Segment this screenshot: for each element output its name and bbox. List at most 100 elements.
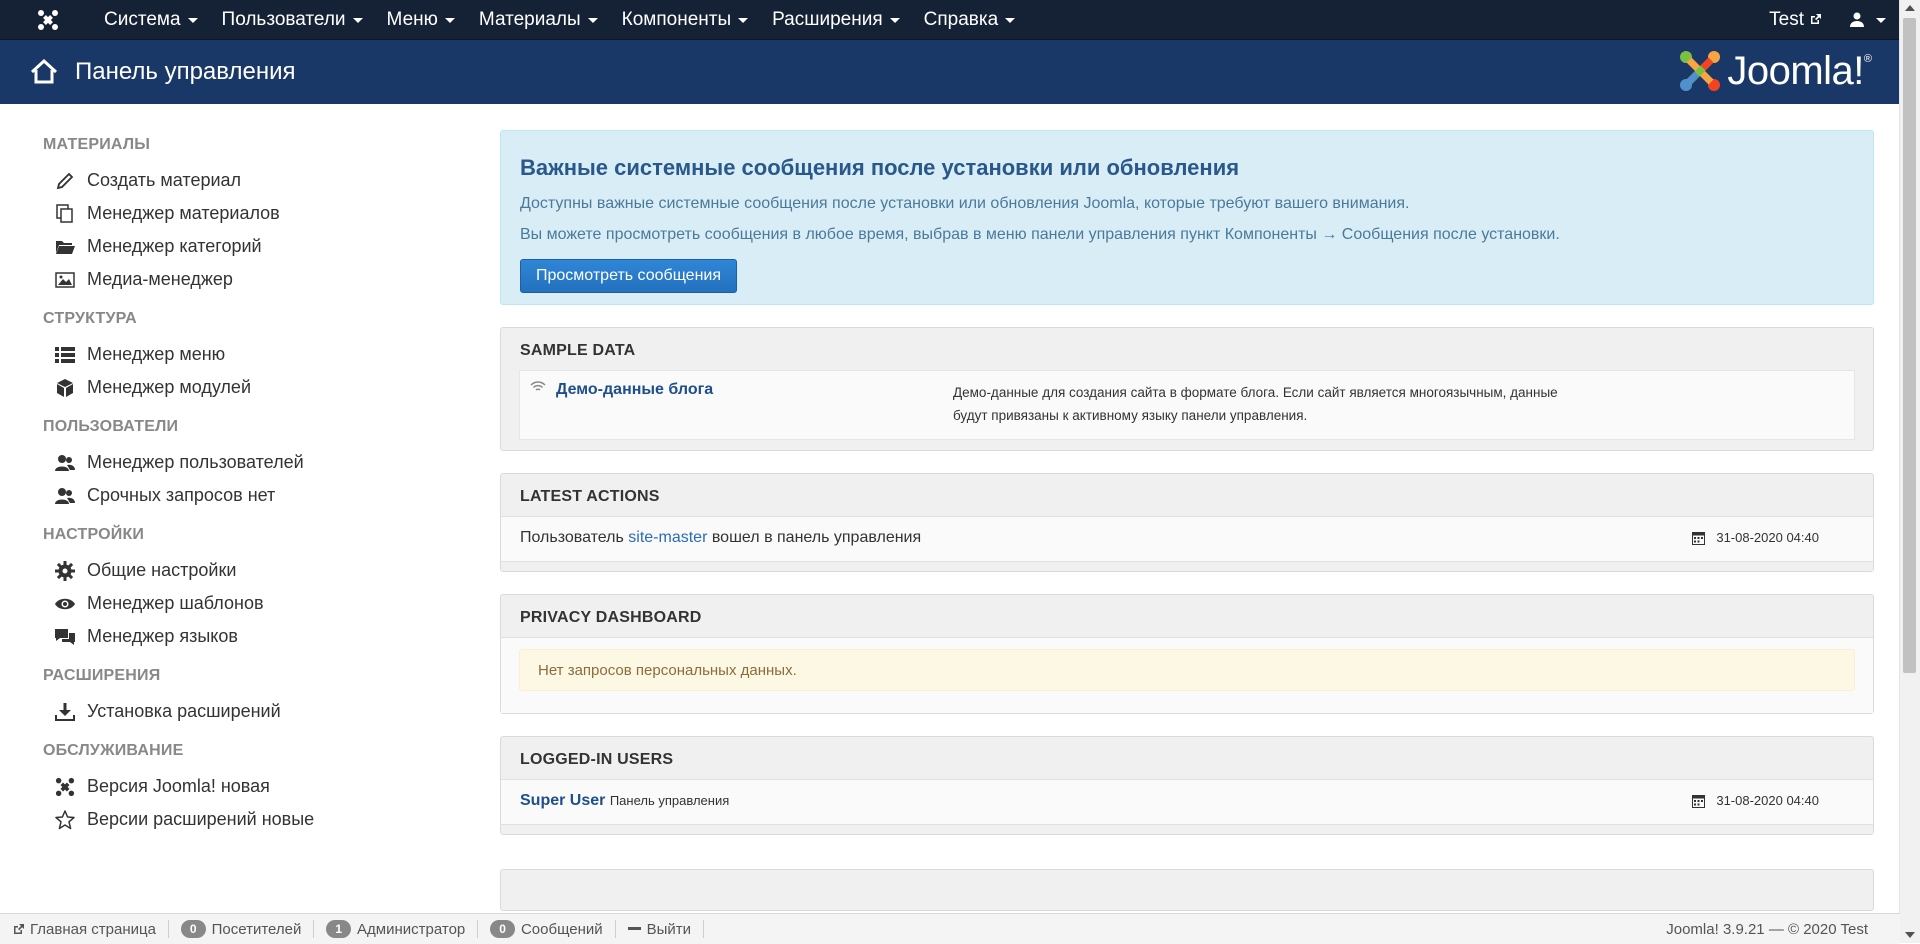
user-name-link[interactable]: Super User [520,792,605,809]
top-navbar: Система Пользователи Меню Материалы Комп… [0,0,1900,40]
sidebar-item-article-manager[interactable]: Менеджер материалов [43,197,490,230]
page-title: Панель управления [75,58,296,85]
sidebar-item-language-manager[interactable]: Менеджер языков [43,620,490,653]
calendar-icon [1692,531,1706,545]
sidebar-section-structure: СТРУКТУРА Менеджер меню Менеджер модулей [43,296,490,404]
minus-icon [627,927,641,930]
sidebar-item-label: Менеджер модулей [87,377,251,397]
scrollbar[interactable] [1899,0,1920,943]
sidebar-item-global-config[interactable]: Общие настройки [43,554,490,587]
footer-logout[interactable]: Выйти [616,920,705,938]
sidebar-item-create-article[interactable]: Создать материал [43,164,490,197]
sidebar-item-user-manager[interactable]: Менеджер пользователей [43,446,490,479]
list-icon [54,344,76,366]
sidebar-item-label: Создать материал [87,170,242,190]
sidebar-item-install-extensions[interactable]: Установка расширений [43,695,490,728]
panel-body: Super User Панель управления 31-08-2020 … [501,779,1873,834]
wifi-icon [530,381,546,391]
sidebar-item-joomla-update[interactable]: Версия Joomla! новая [43,770,490,803]
sidebar-item-media-manager[interactable]: Медиа-менеджер [43,263,490,296]
logged-user: Super User Панель управления [520,792,729,810]
page-header: Панель управления Joomla! ® [0,40,1900,104]
download-icon [54,701,76,723]
user-menu[interactable] [1836,0,1900,39]
folder-open-icon [54,236,76,258]
privacy-alert: Нет запросов персональных данных. [519,649,1855,691]
copy-icon [54,203,76,225]
sidebar-item-label: Срочных запросов нет [87,485,276,505]
sidebar-heading: ПОЛЬЗОВАТЕЛИ [43,418,179,435]
cube-icon [54,377,76,399]
panel-body: Нет запросов персональных данных. [501,637,1873,713]
sidebar-item-label: Менеджер меню [87,344,226,364]
sidebar-item-label: Менеджер языков [87,626,238,646]
date-value: 31-08-2020 04:40 [1716,793,1819,808]
panel-title: LATEST ACTIONS [520,488,660,505]
sample-data-panel: SAMPLE DATA Демо-данные блога Демо-данны… [500,327,1874,451]
sidebar-item-label: Установка расширений [87,701,281,721]
star-icon [54,809,76,831]
view-messages-button[interactable]: Просмотреть сообщения [520,259,738,293]
scroll-up-arrow-icon[interactable] [1905,5,1915,11]
sample-data-description: Демо-данные для создания сайта в формате… [953,381,1593,427]
admins-count-badge: 1 [326,920,352,938]
menu-content[interactable]: Материалы [467,0,610,39]
panel-body: Пользователь site-master вошел в панель … [501,516,1873,571]
menu-users[interactable]: Пользователи [210,0,375,39]
scroll-thumb[interactable] [1903,18,1916,673]
users-icon [54,452,76,474]
sidebar-section-extensions: РАСШИРЕНИЯ Установка расширений [43,653,490,728]
sidebar-item-label: Версии расширений новые [87,809,315,829]
brand-registered: ® [1863,53,1872,65]
footer-version: Joomla! 3.9.21 — © 2020 Test [1666,920,1868,938]
menu-help[interactable]: Справка [912,0,1028,39]
footer-home-link[interactable]: Главная страница [0,920,169,938]
menu-menus[interactable]: Меню [375,0,467,39]
sidebar-item-template-manager[interactable]: Менеджер шаблонов [43,587,490,620]
menu-components[interactable]: Компоненты [610,0,760,39]
users-icon [54,485,76,507]
sidebar-item-extension-updates[interactable]: Версии расширений новые [43,803,490,836]
joomla-icon [54,776,76,798]
sidebar-item-menu-manager[interactable]: Менеджер меню [43,338,490,371]
home-icon [30,58,58,84]
postinstall-alert: Важные системные сообщения после установ… [500,130,1874,305]
logged-in-users-panel: LOGGED-IN USERS Super User Панель управл… [500,736,1874,835]
sidebar-heading: МАТЕРИАЛЫ [43,136,151,153]
pencil-icon [54,170,76,192]
sidebar-item-category-manager[interactable]: Менеджер категорий [43,230,490,263]
site-link[interactable]: Test [1755,0,1836,39]
caret-down-icon [187,18,198,23]
menu-extensions[interactable]: Расширения [760,0,912,39]
sidebar-item-privacy-requests[interactable]: Срочных запросов нет [43,479,490,512]
calendar-icon [1692,794,1706,808]
sidebar-item-module-manager[interactable]: Менеджер модулей [43,371,490,404]
caret-down-icon [587,18,598,23]
sample-data-row: Демо-данные блога Демо-данные для создан… [519,370,1855,440]
external-link-icon [14,923,24,934]
caret-down-icon [1876,18,1886,23]
footer-messages[interactable]: 0 Сообщений [478,920,616,938]
menu-system[interactable]: Система [92,0,210,39]
sample-data-desc-line-1: Демо-данные для создания сайта в формате… [953,385,1558,400]
blog-sample-data-link[interactable]: Демо-данные блога [556,381,713,399]
user-date: 31-08-2020 04:40 [1692,793,1819,808]
sidebar-section-settings: НАСТРОЙКИ Общие настройки Менеджер шабло… [43,512,490,653]
panel-title: SAMPLE DATA [520,342,636,359]
list-item: Пользователь site-master вошел в панель … [501,517,1873,561]
joomla-logo-icon[interactable] [29,9,67,31]
sample-data-desc-line-2: будут привязаны к активному языку панели… [953,408,1308,423]
action-user-link[interactable]: site-master [628,529,707,546]
caret-down-icon [889,18,900,23]
caret-down-icon [738,18,749,23]
postinstall-text-2: Вы можете просмотреть сообщения в любое … [520,226,1560,243]
sidebar: МАТЕРИАЛЫ Создать материал Менеджер мате… [0,104,490,836]
panel-title: PRIVACY DASHBOARD [520,609,702,626]
sidebar-item-label: Менеджер шаблонов [87,593,264,613]
caret-down-icon [444,18,455,23]
scroll-down-arrow-icon[interactable] [1905,932,1915,938]
sidebar-item-label: Общие настройки [87,560,237,580]
sidebar-heading: РАСШИРЕНИЯ [43,667,161,684]
sidebar-item-label: Менеджер пользователей [87,452,304,472]
latest-actions-panel: LATEST ACTIONS Пользователь site-master … [500,473,1874,572]
